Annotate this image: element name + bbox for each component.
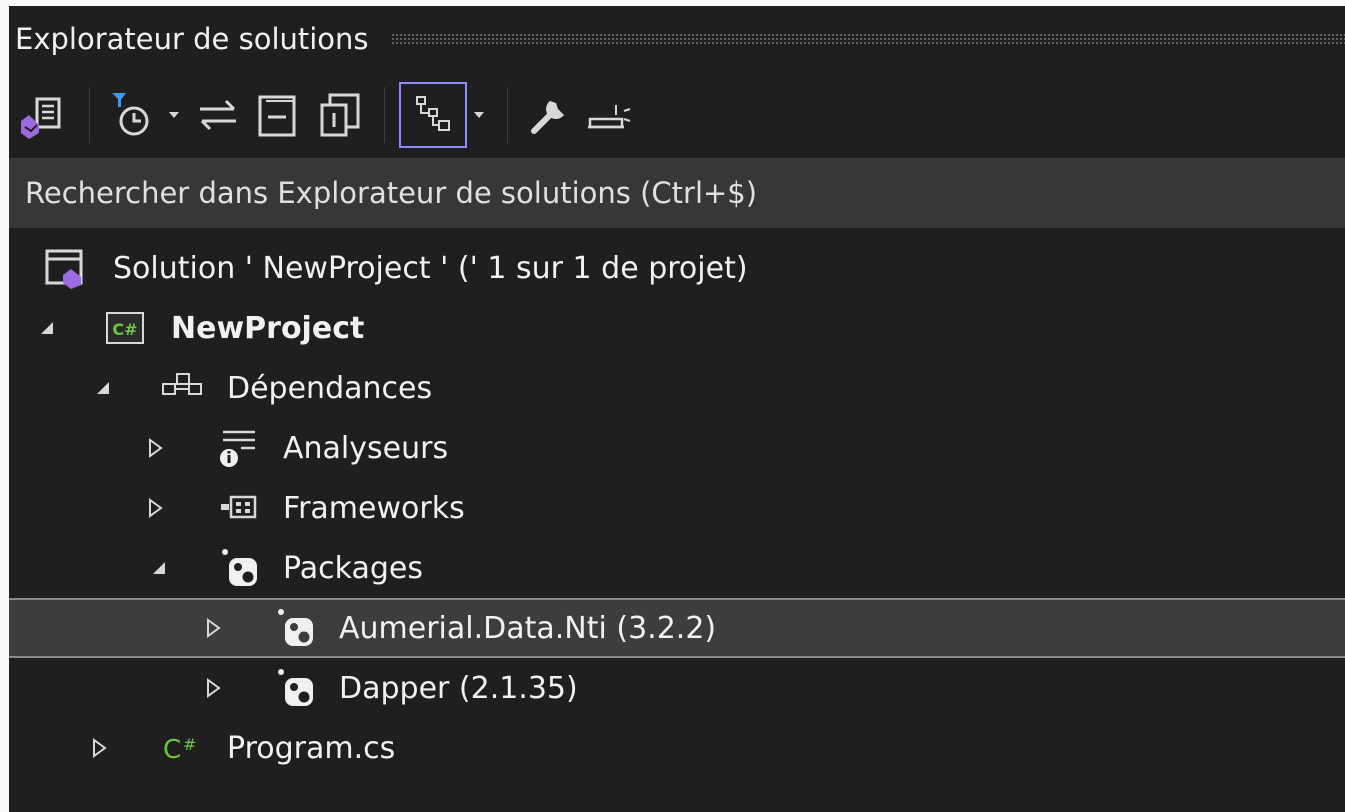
collapse-all-icon[interactable] xyxy=(250,84,306,146)
program-label: Program.cs xyxy=(227,730,396,766)
collapsed-arrow-icon[interactable] xyxy=(143,433,167,463)
sync-with-active-document-icon[interactable] xyxy=(192,84,244,146)
chevron-down-icon[interactable] xyxy=(471,84,487,146)
dependencies-label: Dépendances xyxy=(227,370,433,406)
expanded-arrow-icon[interactable] xyxy=(147,553,171,583)
panel-title: Explorateur de solutions xyxy=(15,22,369,56)
tree-item-package-dapper[interactable]: Dapper (2.1.35) xyxy=(9,658,1345,718)
search-input[interactable] xyxy=(9,158,1345,228)
tree-item-dependencies[interactable]: Dépendances xyxy=(9,358,1345,418)
svg-text:C: C xyxy=(163,735,181,765)
chevron-down-icon[interactable] xyxy=(166,84,182,146)
nuget-package-icon xyxy=(219,546,263,590)
show-all-files-icon[interactable] xyxy=(312,84,368,146)
solution-label: Solution ' NewProject ' (' 1 sur 1 de pr… xyxy=(113,250,748,286)
tree-item-packages[interactable]: Packages xyxy=(9,538,1345,598)
switch-views-icon[interactable] xyxy=(399,82,467,148)
analyzers-label: Analyseurs xyxy=(283,430,449,466)
expanded-arrow-icon[interactable] xyxy=(35,313,59,343)
tree-item-solution[interactable]: Solution ' NewProject ' (' 1 sur 1 de pr… xyxy=(9,238,1345,298)
tree-item-project[interactable]: C# NewProject xyxy=(9,298,1345,358)
project-label: NewProject xyxy=(171,310,365,346)
frameworks-icon xyxy=(219,493,263,523)
tree-item-analyzers[interactable]: Analyseurs xyxy=(9,418,1345,478)
collapsed-arrow-icon[interactable] xyxy=(87,733,111,763)
frameworks-label: Frameworks xyxy=(283,490,465,526)
collapsed-arrow-icon[interactable] xyxy=(143,493,167,523)
package-label: Dapper (2.1.35) xyxy=(339,670,578,706)
preview-selected-items-icon[interactable] xyxy=(584,84,640,146)
pending-changes-filter-icon[interactable] xyxy=(104,84,160,146)
nuget-package-icon xyxy=(275,666,319,710)
expanded-arrow-icon[interactable] xyxy=(91,373,115,403)
svg-text:#: # xyxy=(183,735,196,754)
toolbar-separator xyxy=(507,87,508,143)
solution-tree: Solution ' NewProject ' (' 1 sur 1 de pr… xyxy=(9,238,1345,778)
toolbar-separator xyxy=(384,87,385,143)
titlebar-grip[interactable] xyxy=(390,33,1345,45)
nuget-package-icon xyxy=(275,606,319,650)
collapsed-arrow-icon[interactable] xyxy=(201,613,225,643)
csharp-file-icon: C # xyxy=(159,730,207,766)
vs-solution-switch-icon[interactable] xyxy=(17,84,73,146)
packages-label: Packages xyxy=(283,550,423,586)
dependencies-icon xyxy=(159,370,203,406)
svg-text:C#: C# xyxy=(112,320,137,339)
analyzers-icon xyxy=(215,426,261,470)
tree-item-program-cs[interactable]: C # Program.cs xyxy=(9,718,1345,778)
panel-titlebar[interactable]: Explorateur de solutions xyxy=(9,6,1345,72)
solution-icon xyxy=(43,247,87,289)
search-box[interactable] xyxy=(9,158,1345,228)
tree-item-package-aumerial[interactable]: Aumerial.Data.Nti (3.2.2) xyxy=(9,598,1345,658)
package-label: Aumerial.Data.Nti (3.2.2) xyxy=(339,610,717,646)
tree-item-frameworks[interactable]: Frameworks xyxy=(9,478,1345,538)
properties-wrench-icon[interactable] xyxy=(522,84,578,146)
solution-explorer-toolbar xyxy=(9,72,1345,158)
toolbar-separator xyxy=(89,87,90,143)
collapsed-arrow-icon[interactable] xyxy=(201,673,225,703)
csharp-project-icon: C# xyxy=(105,311,145,345)
window-edge-left xyxy=(0,0,9,812)
